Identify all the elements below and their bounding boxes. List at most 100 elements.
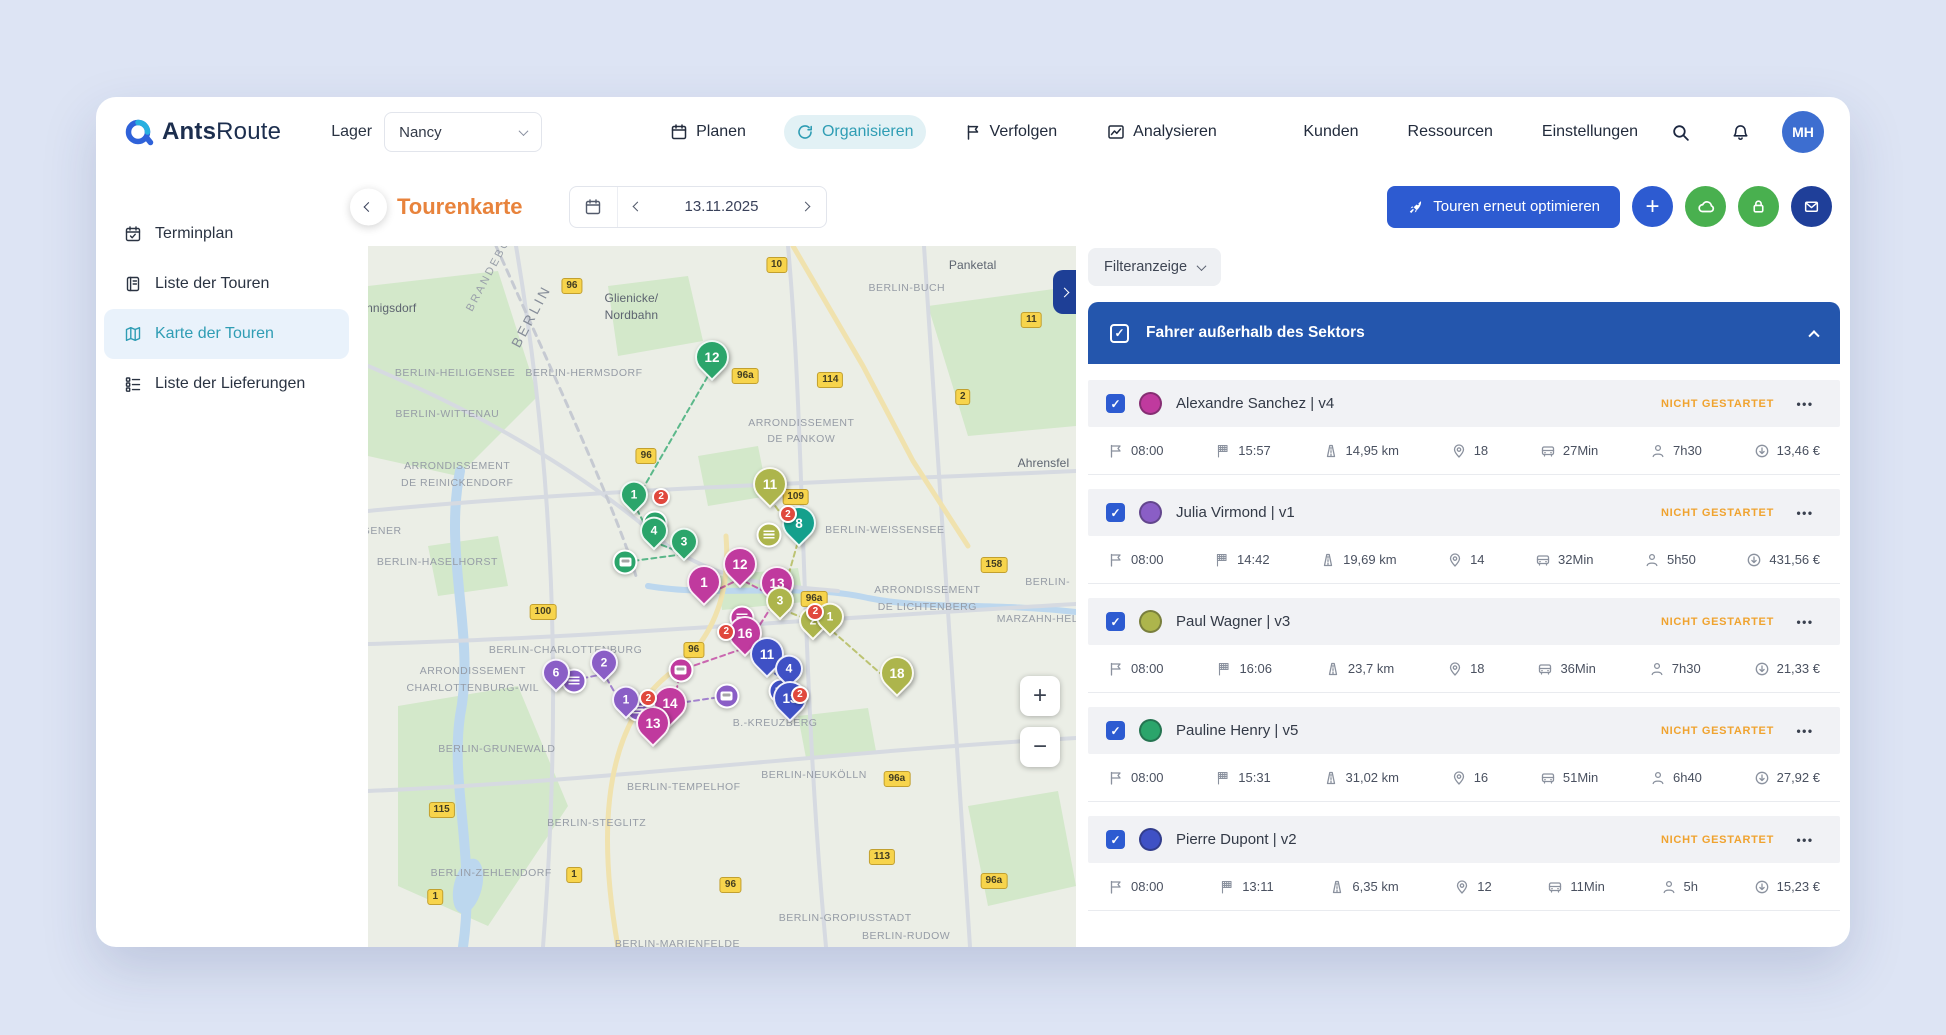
link-kunden[interactable]: Kunden: [1278, 123, 1358, 141]
expand-map-button[interactable]: [1053, 270, 1076, 314]
driver-menu-button[interactable]: [1788, 506, 1822, 520]
map-marker[interactable]: 2: [652, 487, 671, 506]
driver-checkbox[interactable]: [1106, 503, 1125, 522]
notifications-button[interactable]: [1722, 114, 1758, 150]
map-label: BERLIN-MARIENFELDE: [614, 938, 740, 947]
gear-icon: [1517, 123, 1535, 141]
next-day-button[interactable]: [786, 187, 826, 227]
start-flag-icon: [1110, 553, 1121, 567]
road-shield: 96a: [732, 368, 759, 385]
road-shield: 96: [683, 642, 705, 659]
road-icon: [1326, 444, 1335, 457]
driver-menu-button[interactable]: [1788, 615, 1822, 629]
chevron-right-icon: [800, 201, 811, 212]
start-time-stat: 08:00: [1108, 661, 1164, 677]
toolbar-actions: Touren erneut optimieren +: [1387, 185, 1832, 228]
tab-organisieren[interactable]: Organisieren: [783, 115, 926, 149]
search-button[interactable]: [1662, 114, 1698, 150]
main-area: Tourenkarte 13.11.2025 Touren erneut opt…: [350, 167, 1850, 947]
map-marker[interactable]: [612, 549, 638, 575]
map-label: DE LICHTENBERG: [877, 601, 977, 613]
map-marker[interactable]: 2: [717, 622, 736, 641]
map-marker[interactable]: 2: [790, 685, 809, 704]
lock-button[interactable]: [1738, 186, 1779, 227]
map-marker[interactable]: 2: [778, 505, 797, 524]
driver-name: Pierre Dupont | v2: [1176, 831, 1297, 848]
map-marker[interactable]: 2: [639, 689, 658, 708]
finish-flag-icon: [1216, 553, 1227, 567]
map-marker[interactable]: [668, 657, 694, 683]
chevron-left-icon: [632, 201, 643, 212]
cost-stat: 13,46 €: [1754, 443, 1820, 459]
marker-number: 1: [700, 574, 709, 590]
layers-icon: [568, 676, 580, 685]
driver-card: Paul Wagner | v3 NICHT GESTARTET 08:00: [1088, 598, 1840, 693]
tab-verfolgen[interactable]: Verfolgen: [952, 115, 1070, 149]
map-label: B.-KREUZBERG: [732, 716, 818, 729]
driver-header-row[interactable]: Paul Wagner | v3 NICHT GESTARTET: [1088, 598, 1840, 645]
zoom-out-button[interactable]: −: [1020, 726, 1060, 767]
previous-day-button[interactable]: [618, 187, 658, 227]
sidebar-item-liste-der-touren[interactable]: Liste der Touren: [104, 259, 349, 309]
road-shield: 96a: [883, 771, 911, 788]
tab-planen[interactable]: Planen: [658, 115, 758, 149]
marker-number: 2: [723, 626, 730, 638]
link-ressourcen[interactable]: Ressourcen: [1383, 123, 1493, 141]
brand-logo[interactable]: AntsRoute: [122, 116, 281, 148]
road-icon: [1326, 771, 1335, 784]
map-label: BERLIN-NEUKÖLLN: [761, 768, 867, 781]
collapse-sidebar-button[interactable]: [350, 188, 387, 225]
driver-stats-row: 08:00 16:06 23,7 km 18 36Min 7h30 21,33 …: [1088, 645, 1840, 693]
sidebar-item-liste-der-lieferungen[interactable]: Liste der Lieferungen: [104, 359, 349, 409]
user-avatar[interactable]: MH: [1782, 111, 1824, 153]
driver-checkbox[interactable]: [1106, 721, 1125, 740]
toolbar: Tourenkarte 13.11.2025 Touren erneut opt…: [350, 167, 1850, 246]
sector-group-header[interactable]: Fahrer außerhalb des Sektors: [1088, 302, 1840, 364]
group-checkbox[interactable]: [1110, 323, 1129, 343]
driver-menu-button[interactable]: [1788, 833, 1822, 847]
vehicle-icon: [1549, 881, 1562, 893]
driver-header-row[interactable]: Pierre Dupont | v2 NICHT GESTARTET: [1088, 816, 1840, 863]
calendar-button[interactable]: [570, 186, 618, 227]
sidebar-item-terminplan[interactable]: Terminplan: [104, 209, 349, 259]
road-shield: 109: [782, 488, 809, 505]
zoom-in-button[interactable]: +: [1020, 676, 1060, 717]
road-shield: 96a: [980, 873, 1008, 890]
map-label: BERLIN-GROPIUSSTADT: [778, 911, 912, 924]
add-button[interactable]: +: [1632, 186, 1673, 227]
driver-header-row[interactable]: Alexandre Sanchez | v4 NICHT GESTARTET: [1088, 380, 1840, 427]
map-marker[interactable]: [756, 522, 782, 548]
driver-stats-row: 08:00 13:11 6,35 km 12 11Min 5h 15,23 €: [1088, 863, 1840, 911]
driver-name: Alexandre Sanchez | v4: [1176, 395, 1335, 412]
start-time-stat: 08:00: [1108, 770, 1164, 786]
cloud-sync-button[interactable]: [1685, 186, 1726, 227]
driver-checkbox[interactable]: [1106, 830, 1125, 849]
filter-display-button[interactable]: Filteranzeige: [1088, 248, 1222, 286]
driver-stats-row: 08:00 15:31 31,02 km 16 51Min 6h40 27,92…: [1088, 754, 1840, 802]
map-label: Nordbahn: [604, 308, 659, 323]
driver-menu-button[interactable]: [1788, 724, 1822, 738]
driver-header-row[interactable]: Pauline Henry | v5 NICHT GESTARTET: [1088, 707, 1840, 754]
driver-checkbox[interactable]: [1106, 394, 1125, 413]
road-shield: 2: [954, 389, 971, 406]
stops-stat: 12: [1454, 879, 1492, 895]
checklist-icon: [125, 377, 141, 392]
link-einstellungen[interactable]: Einstellungen: [1517, 123, 1638, 141]
status-badge: NICHT GESTARTET: [1661, 397, 1774, 410]
driver-checkbox[interactable]: [1106, 612, 1125, 631]
map-marker[interactable]: 2: [806, 602, 825, 621]
driver-card: Julia Virmond | v1 NICHT GESTARTET 08:00: [1088, 489, 1840, 584]
driver-header-row[interactable]: Julia Virmond | v1 NICHT GESTARTET: [1088, 489, 1840, 536]
route-map[interactable]: PanketalBERLIN-BUCH Glienicke/Nordbahn enn…: [368, 246, 1076, 947]
sidebar-item-karte-der-touren[interactable]: Karte der Touren: [104, 309, 349, 359]
mail-button[interactable]: [1791, 186, 1832, 227]
marker-number: 2: [658, 491, 664, 503]
warehouse-select[interactable]: Nancy: [384, 112, 543, 152]
tab-analysieren[interactable]: Analysieren: [1095, 115, 1229, 149]
driver-menu-button[interactable]: [1788, 397, 1822, 411]
reoptimize-button[interactable]: Touren erneut optimieren: [1387, 185, 1620, 228]
map-label: BERLIN-WEISSENSEE: [825, 523, 945, 536]
chevron-right-icon: [1059, 287, 1070, 297]
warehouse-group: Lager Nancy: [331, 112, 543, 152]
map-marker[interactable]: [714, 683, 740, 709]
